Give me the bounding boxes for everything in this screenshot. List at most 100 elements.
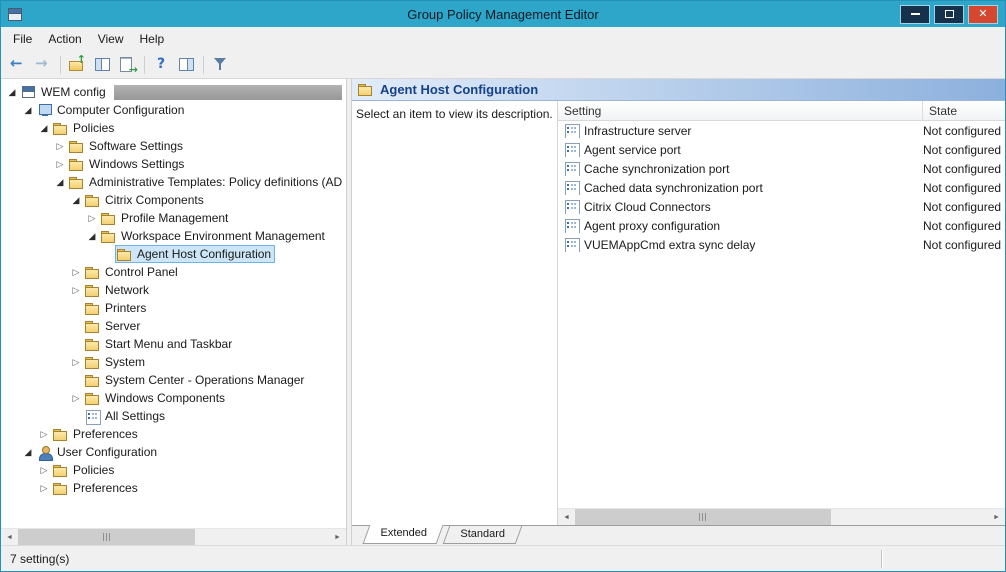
- setting-row-cache-synchronization-port[interactable]: Cache synchronization portNot configured: [558, 159, 1005, 178]
- tree-horizontal-scrollbar[interactable]: ◄ ►: [1, 528, 346, 545]
- console-tree-pane: ◢ WEM config ◢ Computer Configuration ◢Polic…: [1, 79, 347, 545]
- expander-collapsed-icon[interactable]: ▷: [37, 461, 51, 479]
- tree-item-system-center-operations-manager[interactable]: System Center - Operations Manager: [1, 371, 346, 389]
- list-horizontal-scrollbar[interactable]: ◄ ►: [558, 508, 1005, 525]
- tree-item-label: Software Settings: [89, 139, 183, 153]
- tree-item-label: Agent Host Configuration: [137, 247, 271, 261]
- setting-name: Cached data synchronization port: [584, 181, 763, 195]
- folder-icon: [85, 320, 101, 333]
- expander-collapsed-icon[interactable]: ▷: [69, 263, 83, 281]
- tree-item-preferences[interactable]: ▷Preferences: [1, 425, 346, 443]
- help-button[interactable]: [149, 53, 174, 76]
- folder-icon: [53, 482, 69, 495]
- tree-item-administrative-templates-policy-definitions-ad[interactable]: ◢Administrative Templates: Policy defini…: [1, 173, 346, 191]
- expander-collapsed-icon[interactable]: ▷: [69, 389, 83, 407]
- show-action-pane-button[interactable]: [174, 53, 199, 76]
- filter-icon: [212, 57, 229, 72]
- scroll-left-arrow[interactable]: ◄: [558, 509, 575, 525]
- menu-item-help[interactable]: Help: [132, 29, 173, 49]
- back-arrow-button[interactable]: [6, 53, 31, 76]
- setting-row-cached-data-synchronization-port[interactable]: Cached data synchronization portNot conf…: [558, 178, 1005, 197]
- settings-list-icon: [85, 410, 101, 423]
- expander-collapsed-icon[interactable]: ▷: [69, 281, 83, 299]
- tree-item-computer-configuration[interactable]: ◢ Computer Configuration: [1, 101, 346, 119]
- tab-standard[interactable]: Standard: [443, 526, 522, 544]
- tree-item-server[interactable]: Server: [1, 317, 346, 335]
- setting-row-agent-proxy-configuration[interactable]: Agent proxy configurationNot configured: [558, 216, 1005, 235]
- setting-row-citrix-cloud-connectors[interactable]: Citrix Cloud ConnectorsNot configured: [558, 197, 1005, 216]
- forward-arrow-button[interactable]: [31, 53, 56, 76]
- export-list-button[interactable]: [115, 53, 140, 76]
- folder-icon: [85, 266, 101, 279]
- column-header-state[interactable]: State: [923, 101, 1005, 120]
- minimize-button[interactable]: [900, 5, 930, 24]
- close-button[interactable]: ✕: [968, 5, 998, 24]
- tree-item-windows-settings[interactable]: ▷Windows Settings: [1, 155, 346, 173]
- folder-icon: [85, 194, 101, 207]
- show-console-tree-button[interactable]: [90, 53, 115, 76]
- tree-item-label: Computer Configuration: [57, 103, 184, 117]
- tree-item-printers[interactable]: Printers: [1, 299, 346, 317]
- tree-item-policies[interactable]: ▷Policies: [1, 461, 346, 479]
- expander-expanded-icon[interactable]: ◢: [85, 227, 99, 245]
- main-area: ◢ WEM config ◢ Computer Configuration ◢Polic…: [1, 79, 1005, 545]
- user-icon: [37, 446, 53, 459]
- expander-collapsed-icon[interactable]: ▷: [37, 479, 51, 497]
- folder-icon: [53, 122, 69, 135]
- export-list-icon: [119, 57, 136, 72]
- tree-item-software-settings[interactable]: ▷ Software Settings: [1, 137, 346, 155]
- scrollbar-track[interactable]: [575, 509, 988, 525]
- tree-item-profile-management[interactable]: ▷Profile Management: [1, 209, 346, 227]
- menu-item-view[interactable]: View: [90, 29, 132, 49]
- setting-row-agent-service-port[interactable]: Agent service portNot configured: [558, 140, 1005, 159]
- menu-item-action[interactable]: Action: [40, 29, 89, 49]
- scroll-left-arrow[interactable]: ◄: [1, 529, 18, 545]
- tree-item-network[interactable]: ▷Network: [1, 281, 346, 299]
- setting-name: VUEMAppCmd extra sync delay: [584, 238, 755, 252]
- tree-item-control-panel[interactable]: ▷Control Panel: [1, 263, 346, 281]
- tree-item-start-menu-and-taskbar[interactable]: Start Menu and Taskbar: [1, 335, 346, 353]
- expander-collapsed-icon[interactable]: ▷: [53, 155, 67, 173]
- setting-state: Not configured: [923, 143, 1005, 157]
- tree-item-label: Start Menu and Taskbar: [105, 337, 232, 351]
- scrollbar-thumb[interactable]: [18, 529, 195, 545]
- filter-button[interactable]: [208, 53, 233, 76]
- tree-item-agent-host-configuration[interactable]: Agent Host Configuration: [1, 245, 346, 263]
- scrollbar-thumb[interactable]: [575, 509, 831, 525]
- tree-item-preferences[interactable]: ▷Preferences: [1, 479, 346, 497]
- up-one-level-button[interactable]: [65, 53, 90, 76]
- tab-extended[interactable]: Extended: [363, 525, 444, 544]
- expander-expanded-icon[interactable]: ◢: [53, 173, 67, 191]
- expander-expanded-icon[interactable]: ◢: [5, 83, 19, 101]
- maximize-button[interactable]: [934, 5, 964, 24]
- setting-state: Not configured: [923, 162, 1005, 176]
- tree-item-workspace-environment-management[interactable]: ◢Workspace Environment Management: [1, 227, 346, 245]
- expander-collapsed-icon[interactable]: ▷: [53, 137, 67, 155]
- setting-row-infrastructure-server[interactable]: Infrastructure serverNot configured: [558, 121, 1005, 140]
- expander-collapsed-icon[interactable]: ▷: [69, 353, 83, 371]
- folder-icon: [85, 392, 101, 405]
- expander-expanded-icon[interactable]: ◢: [37, 119, 51, 137]
- tree-item-citrix-components[interactable]: ◢Citrix Components: [1, 191, 346, 209]
- expander-expanded-icon[interactable]: ◢: [69, 191, 83, 209]
- menu-bar: FileActionViewHelp: [1, 27, 1005, 51]
- scroll-right-arrow[interactable]: ►: [329, 529, 346, 545]
- tree-item-system[interactable]: ▷System: [1, 353, 346, 371]
- tree-item-user-configuration[interactable]: ◢User Configuration: [1, 443, 346, 461]
- expander-collapsed-icon[interactable]: ▷: [85, 209, 99, 227]
- menu-item-file[interactable]: File: [5, 29, 40, 49]
- expander-expanded-icon[interactable]: ◢: [21, 443, 35, 461]
- column-header-setting[interactable]: Setting: [558, 101, 923, 120]
- scrollbar-track[interactable]: [18, 529, 329, 545]
- tree-item-policies[interactable]: ◢Policies: [1, 119, 346, 137]
- setting-row-vuemappcmd-extra-sync-delay[interactable]: VUEMAppCmd extra sync delayNot configure…: [558, 235, 1005, 254]
- scroll-right-arrow[interactable]: ►: [988, 509, 1005, 525]
- tree-item-label: WEM config: [41, 85, 106, 99]
- tab-label: Extended: [381, 525, 427, 541]
- tree-item-all-settings[interactable]: All Settings: [1, 407, 346, 425]
- expander-collapsed-icon[interactable]: ▷: [37, 425, 51, 443]
- tree-item-windows-components[interactable]: ▷Windows Components: [1, 389, 346, 407]
- setting-icon: [564, 200, 580, 213]
- tree-item-wem-config[interactable]: ◢ WEM config: [1, 83, 346, 101]
- expander-expanded-icon[interactable]: ◢: [21, 101, 35, 119]
